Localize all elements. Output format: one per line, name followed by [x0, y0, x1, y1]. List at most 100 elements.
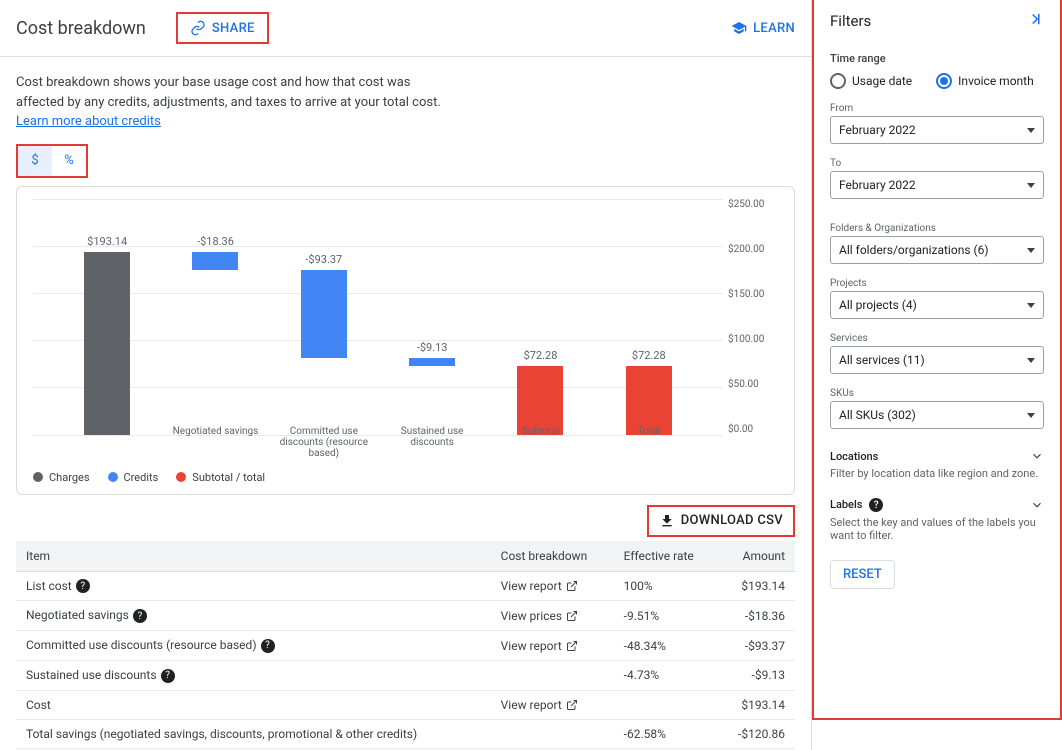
- help-icon[interactable]: ?: [869, 498, 883, 512]
- toggle-dollar[interactable]: $: [18, 146, 52, 176]
- bar-value-label: $72.28: [486, 349, 594, 362]
- reset-button[interactable]: RESET: [830, 560, 895, 589]
- unit-toggle: $ %: [16, 144, 88, 178]
- legend-label: Credits: [124, 471, 159, 484]
- cost-table: Item Cost breakdown Effective rate Amoun…: [16, 541, 795, 750]
- bar[interactable]: [84, 252, 130, 434]
- view-report-link[interactable]: View report: [501, 579, 578, 593]
- view-report-link[interactable]: View report: [501, 639, 578, 653]
- download-csv-button[interactable]: DOWNLOAD CSV: [647, 505, 795, 537]
- share-button[interactable]: SHARE: [176, 12, 269, 44]
- collapse-filters-icon[interactable]: [1026, 10, 1044, 32]
- cell-item: Negotiated savings?: [16, 601, 491, 631]
- x-label: List cost: [53, 426, 161, 459]
- legend-item: Credits: [108, 471, 159, 484]
- radio-icon-selected: [936, 73, 952, 89]
- cell-cost-breakdown: View prices: [491, 601, 614, 631]
- view-report-link[interactable]: View report: [501, 698, 578, 712]
- y-tick: $150.00: [728, 289, 778, 300]
- graduation-icon: [731, 20, 747, 36]
- filters-title: Filters: [830, 12, 871, 30]
- chevron-down-icon: [1030, 449, 1044, 463]
- table-row: Committed use discounts (resource based)…: [16, 631, 795, 661]
- bar[interactable]: [517, 366, 563, 434]
- x-label: Total: [595, 426, 703, 459]
- radio-icon: [830, 73, 846, 89]
- folders-select[interactable]: All folders/organizations (6): [830, 236, 1044, 264]
- chart-card: $250.00$200.00$150.00$100.00$50.00$0.00 …: [16, 186, 795, 495]
- services-label: Services: [830, 333, 1044, 344]
- radio-invoice-month[interactable]: Invoice month: [936, 73, 1034, 89]
- bar[interactable]: [626, 366, 672, 434]
- bar-value-label: $193.14: [53, 235, 161, 248]
- cell-cost-breakdown: View report: [491, 690, 614, 719]
- view-report-link[interactable]: View prices: [501, 609, 578, 623]
- cell-amount: $193.14: [718, 690, 795, 719]
- legend-label: Subtotal / total: [192, 471, 265, 484]
- bar[interactable]: [192, 252, 238, 269]
- chart-legend: Charges Credits Subtotal / total: [33, 465, 778, 484]
- page-title: Cost breakdown: [16, 18, 146, 39]
- skus-select[interactable]: All SKUs (302): [830, 401, 1044, 429]
- projects-select[interactable]: All projects (4): [830, 291, 1044, 319]
- learn-label: LEARN: [753, 21, 795, 36]
- x-label: Subtotal: [486, 426, 594, 459]
- cell-item: Committed use discounts (resource based)…: [16, 631, 491, 661]
- cell-item: Total savings (negotiated savings, disco…: [16, 719, 491, 748]
- bar-col: $72.28: [595, 199, 703, 435]
- skus-value: All SKUs (302): [839, 408, 916, 422]
- chevron-down-icon: [1027, 183, 1035, 188]
- from-select[interactable]: February 2022: [830, 116, 1044, 144]
- bar-col: $72.28: [486, 199, 594, 435]
- chevron-down-icon: [1027, 128, 1035, 133]
- to-select[interactable]: February 2022: [830, 171, 1044, 199]
- labels-expand[interactable]: Labels ?: [830, 498, 1044, 512]
- learn-credits-link[interactable]: Learn more about credits: [16, 114, 161, 129]
- locations-hint: Filter by location data like region and …: [830, 467, 1044, 480]
- radio-usage-label: Usage date: [852, 74, 912, 88]
- cell-cost-breakdown: View report: [491, 571, 614, 601]
- time-range-label: Time range: [830, 52, 1044, 65]
- bar-col: -$18.36: [161, 199, 269, 435]
- cell-amount: $193.14: [718, 571, 795, 601]
- help-icon[interactable]: ?: [76, 579, 90, 593]
- cell-item: Cost: [16, 690, 491, 719]
- legend-item: Charges: [33, 471, 90, 484]
- services-select[interactable]: All services (11): [830, 346, 1044, 374]
- bar-col: -$93.37: [270, 199, 378, 435]
- y-tick: $0.00: [728, 424, 778, 435]
- projects-label: Projects: [830, 278, 1044, 289]
- help-icon[interactable]: ?: [261, 639, 275, 653]
- download-icon: [659, 513, 675, 529]
- cell-rate: -62.58%: [614, 719, 718, 748]
- help-icon[interactable]: ?: [133, 609, 147, 623]
- cell-amount: -$18.36: [718, 601, 795, 631]
- y-tick: $200.00: [728, 244, 778, 255]
- learn-button[interactable]: LEARN: [731, 20, 795, 36]
- cell-cost-breakdown: [491, 719, 614, 748]
- legend-label: Charges: [49, 471, 90, 484]
- bar-value-label: -$93.37: [270, 253, 378, 266]
- cell-rate: [614, 690, 718, 719]
- cell-rate: -9.51%: [614, 601, 718, 631]
- col-item: Item: [16, 541, 491, 572]
- description: Cost breakdown shows your base usage cos…: [16, 73, 456, 132]
- locations-expand[interactable]: Locations: [830, 449, 1044, 463]
- to-value: February 2022: [839, 178, 916, 192]
- help-icon[interactable]: ?: [161, 669, 175, 683]
- cell-rate: -4.73%: [614, 660, 718, 690]
- bar[interactable]: [301, 270, 347, 358]
- description-text: Cost breakdown shows your base usage cos…: [16, 75, 441, 110]
- cell-rate: -48.34%: [614, 631, 718, 661]
- radio-usage-date[interactable]: Usage date: [830, 73, 912, 89]
- table-row: List cost?View report 100%$193.14: [16, 571, 795, 601]
- share-label: SHARE: [212, 21, 255, 36]
- table-row: Cost View report $193.14: [16, 690, 795, 719]
- labels-label: Labels: [830, 498, 862, 511]
- skus-label: SKUs: [830, 388, 1044, 399]
- legend-swatch: [108, 472, 118, 482]
- chevron-down-icon: [1027, 358, 1035, 363]
- bar[interactable]: [409, 358, 455, 367]
- content-area: Cost breakdown shows your base usage cos…: [0, 57, 811, 750]
- toggle-percent[interactable]: %: [52, 146, 86, 176]
